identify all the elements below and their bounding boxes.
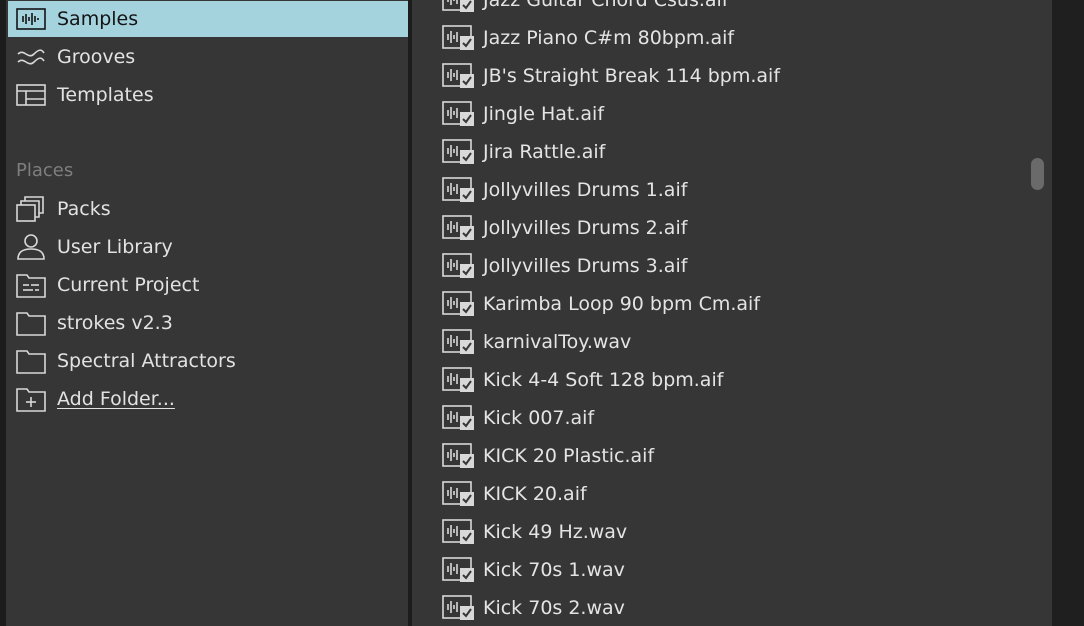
file-name: Jira Rattle.aif <box>483 141 606 163</box>
file-name: Jollyvilles Drums 2.aif <box>483 217 688 239</box>
right-panel-edge <box>1052 0 1084 626</box>
sample-file-icon <box>442 177 476 203</box>
sidebar-item-samples[interactable]: Samples <box>8 1 408 37</box>
file-list-item[interactable]: Jingle Hat.aif <box>442 95 604 133</box>
sidebar-item-label: Grooves <box>57 46 136 68</box>
sidebar-item-user-library[interactable]: User Library <box>8 229 408 265</box>
sample-file-icon <box>442 367 476 393</box>
sidebar-item-packs[interactable]: Packs <box>8 191 408 227</box>
sample-file-icon <box>442 329 476 355</box>
file-list-item[interactable]: Kick 49 Hz.wav <box>442 513 627 551</box>
browser-sidebar: Samples Grooves Templates Places Packs U… <box>0 0 408 626</box>
sample-file-icon <box>442 519 476 545</box>
file-name: Jollyvilles Drums 1.aif <box>483 179 688 201</box>
sample-file-icon <box>442 443 476 469</box>
sample-file-icon <box>442 595 476 621</box>
user-icon <box>16 232 50 262</box>
file-list-item[interactable]: Jira Rattle.aif <box>442 133 605 171</box>
file-list-item[interactable]: Jazz Guitar Chord Csus.aif <box>442 0 729 19</box>
sidebar-item-templates[interactable]: Templates <box>8 77 408 113</box>
groove-wave-icon <box>16 42 50 72</box>
add-folder-button[interactable]: Add Folder... <box>8 381 408 417</box>
scrollbar[interactable] <box>1026 0 1048 626</box>
sample-file-icon <box>442 63 476 89</box>
file-list: Jazz Guitar Chord Csus.aif Jazz Piano C#m… <box>412 0 1052 626</box>
sample-file-icon <box>442 481 476 507</box>
file-list-item[interactable]: Jazz Piano C#m 80bpm.aif <box>442 19 734 57</box>
scrollbar-thumb[interactable] <box>1031 158 1044 190</box>
sample-file-icon <box>442 139 476 165</box>
sample-file-icon <box>442 25 476 51</box>
file-name: Karimba Loop 90 bpm Cm.aif <box>483 293 761 315</box>
file-list-item[interactable]: KICK 20.aif <box>442 475 587 513</box>
file-name: Kick 007.aif <box>483 407 595 429</box>
sample-file-icon <box>442 557 476 583</box>
file-name: karnivalToy.wav <box>483 331 632 353</box>
file-name: KICK 20.aif <box>483 483 587 505</box>
file-name: KICK 20 Plastic.aif <box>483 445 655 467</box>
sample-file-icon <box>442 405 476 431</box>
file-list-item[interactable]: Jollyvilles Drums 3.aif <box>442 247 687 285</box>
sidebar-item-label: Current Project <box>57 274 200 296</box>
file-name: Kick 70s 2.wav <box>483 597 625 619</box>
sample-file-icon <box>442 253 476 279</box>
file-list-item[interactable]: Kick 70s 2.wav <box>442 589 625 626</box>
file-name: Jazz Piano C#m 80bpm.aif <box>483 27 735 49</box>
waveform-icon <box>16 4 50 34</box>
file-list-item[interactable]: Jollyvilles Drums 2.aif <box>442 209 687 247</box>
folder-icon <box>16 346 50 376</box>
sidebar-item-label: strokes v2.3 <box>57 312 173 334</box>
file-list-item[interactable]: JB's Straight Break 114 bpm.aif <box>442 57 780 95</box>
browser-window: Samples Grooves Templates Places Packs U… <box>0 0 1084 626</box>
sidebar-item-grooves[interactable]: Grooves <box>8 39 408 75</box>
sidebar-item-spectral-attractors[interactable]: Spectral Attractors <box>8 343 408 379</box>
sample-file-icon <box>442 215 476 241</box>
sidebar-item-label: User Library <box>57 236 173 258</box>
sidebar-item-strokes[interactable]: strokes v2.3 <box>8 305 408 341</box>
file-list-item[interactable]: Kick 4-4 Soft 128 bpm.aif <box>442 361 723 399</box>
template-icon <box>16 80 50 110</box>
folder-icon <box>16 308 50 338</box>
file-list-item[interactable]: Karimba Loop 90 bpm Cm.aif <box>442 285 760 323</box>
file-list-item[interactable]: Jollyvilles Drums 1.aif <box>442 171 687 209</box>
sidebar-item-label: Templates <box>57 84 154 106</box>
file-list-item[interactable]: Kick 70s 1.wav <box>442 551 625 589</box>
add-folder-icon <box>16 384 50 414</box>
sidebar-item-label: Packs <box>57 198 111 220</box>
file-list-item[interactable]: karnivalToy.wav <box>442 323 631 361</box>
file-name: JB's Straight Break 114 bpm.aif <box>483 65 781 87</box>
places-header: Places <box>16 160 74 181</box>
sidebar-item-label: Samples <box>57 8 139 30</box>
file-name: Kick 70s 1.wav <box>483 559 625 581</box>
file-name: Jazz Guitar Chord Csus.aif <box>483 0 729 11</box>
sidebar-item-label: Spectral Attractors <box>57 350 236 372</box>
sidebar-item-label: Add Folder... <box>57 388 175 410</box>
sample-file-icon <box>442 101 476 127</box>
packs-icon <box>16 194 50 224</box>
file-name: Jingle Hat.aif <box>483 103 605 125</box>
file-list-item[interactable]: Kick 007.aif <box>442 399 594 437</box>
file-name: Kick 49 Hz.wav <box>483 521 628 543</box>
file-name: Jollyvilles Drums 3.aif <box>483 255 688 277</box>
file-list-item[interactable]: KICK 20 Plastic.aif <box>442 437 654 475</box>
sample-file-icon <box>442 0 476 13</box>
sidebar-item-current-project[interactable]: Current Project <box>8 267 408 303</box>
project-folder-icon <box>16 270 50 300</box>
sample-file-icon <box>442 291 476 317</box>
file-name: Kick 4-4 Soft 128 bpm.aif <box>483 369 724 391</box>
